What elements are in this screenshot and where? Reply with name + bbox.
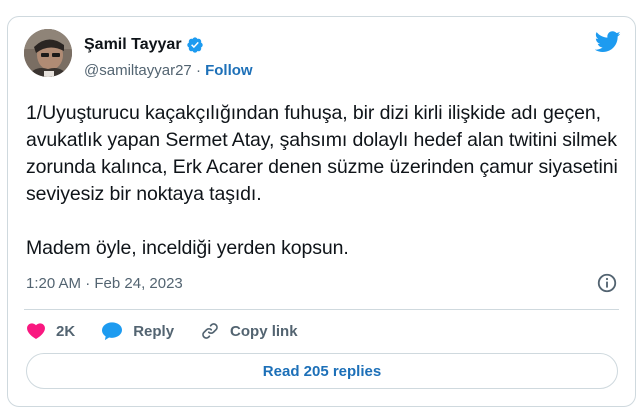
twitter-bird-icon[interactable] [595, 31, 621, 53]
copy-link-button[interactable]: Copy link [200, 321, 298, 341]
reply-button[interactable]: Reply [101, 321, 174, 341]
follow-link[interactable]: Follow [205, 62, 253, 79]
tweet-text: 1/Uyuşturucu kaçakçılığından fuhuşa, bir… [26, 102, 618, 259]
avatar-photo [24, 29, 72, 77]
author-handle-row: @samiltayyar27 · Follow [84, 62, 253, 79]
read-replies-button[interactable]: Read 205 replies [26, 353, 618, 389]
reply-label: Reply [133, 322, 175, 340]
verified-badge-icon [186, 37, 203, 53]
divider [24, 309, 619, 310]
author-display-name[interactable]: Şamil Tayyar [84, 36, 182, 54]
like-count: 2K [56, 322, 76, 340]
info-icon[interactable] [596, 272, 618, 294]
copy-link-label: Copy link [230, 322, 298, 340]
tweet-timestamp[interactable]: 1:20 AM · Feb 24, 2023 [26, 275, 183, 292]
like-button[interactable]: 2K [26, 321, 75, 341]
reply-bubble-icon [102, 322, 123, 341]
heart-icon [27, 323, 45, 339]
tweet-card: Şamil Tayyar @samiltayyar27 · Follow 1/U… [7, 16, 636, 407]
avatar[interactable] [24, 29, 72, 77]
author-name-row[interactable]: Şamil Tayyar [84, 36, 204, 54]
read-replies-label: Read 205 replies [262, 362, 382, 380]
author-handle[interactable]: @samiltayyar27 [84, 62, 192, 79]
action-bar: 2K Reply Copy link [26, 319, 324, 343]
separator-dot: · [195, 62, 201, 79]
link-icon [202, 323, 218, 339]
